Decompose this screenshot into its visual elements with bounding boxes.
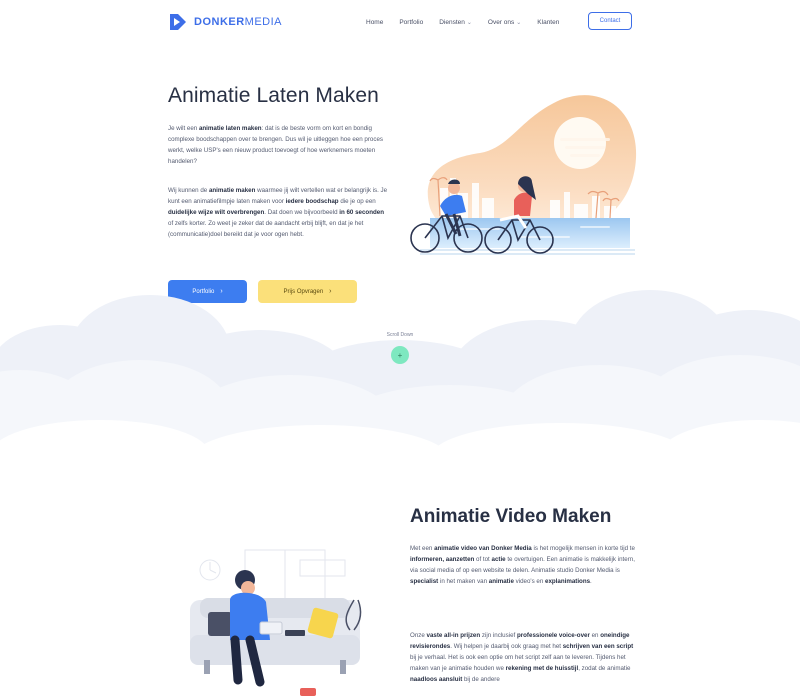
hero-title: Animatie Laten Maken <box>168 84 379 107</box>
text-run: , zodat de animatie <box>578 665 631 672</box>
cyclists-illustration <box>410 95 637 255</box>
nav-item-klanten[interactable]: Klanten <box>537 19 559 26</box>
logo-mark-icon <box>170 14 186 30</box>
text-run: of tot <box>474 556 492 563</box>
text-run: . Dat doen we bijvoorbeeld <box>264 209 340 216</box>
text-run: . Wij helpen je daarbij ook graag met he… <box>450 643 563 650</box>
bold-text: rekening met de huisstijl <box>505 665 579 672</box>
text-run: die je op een <box>338 198 376 205</box>
logo[interactable]: DONKERMEDIA <box>168 12 282 32</box>
logo-text: DONKERMEDIA <box>194 16 282 28</box>
bold-text: animatie video van Donker Media <box>434 545 532 552</box>
section-paragraph-1: Met een animatie video van Donker Media … <box>410 543 636 587</box>
scroll-down-button[interactable]: + <box>391 346 409 364</box>
bold-text: iedere boodschap <box>285 198 339 205</box>
hero-paragraph-1: Je wilt een animatie laten maken: dat is… <box>168 123 390 167</box>
plus-icon: + <box>397 350 403 360</box>
bold-text: actie <box>491 556 506 563</box>
nav-label: Home <box>366 18 384 26</box>
bold-text: duidelijke wijze wilt overbrengen <box>168 209 265 216</box>
main-nav: Home Portfolio Diensten ⌄ Over ons ⌄ Klant… <box>366 0 559 44</box>
scroll-down: Scroll Down + <box>370 332 430 364</box>
clouds-decoration <box>0 290 800 500</box>
bold-text: schrijven van een script <box>562 643 634 650</box>
bold-text: animatie <box>488 578 514 585</box>
text-run: en <box>589 632 601 639</box>
chevron-down-icon: ⌄ <box>516 19 522 26</box>
text-run: zijn inclusief <box>480 632 517 639</box>
scroll-down-label: Scroll Down <box>386 332 414 338</box>
logo-text-bold: DONKER <box>194 16 245 28</box>
text-run: of zelfs korter. Zo weet je zeker dat de… <box>168 220 364 238</box>
text-run: Met een <box>410 545 435 552</box>
bold-text: explanimations <box>545 578 591 585</box>
bold-text: professionele voice-over <box>516 632 590 639</box>
bold-text: informeren, aanzetten <box>410 556 475 563</box>
chevron-down-icon: ⌄ <box>466 19 472 26</box>
text-run: Wij kunnen de <box>168 187 209 194</box>
bold-text: vaste all-in prijzen <box>426 632 481 639</box>
text-run: video's en <box>513 578 545 585</box>
nav-item-portfolio[interactable]: Portfolio <box>399 19 423 26</box>
nav-item-diensten[interactable]: Diensten ⌄ <box>439 19 472 26</box>
hero-paragraph-2: Wij kunnen de animatie maken waarmee jij… <box>168 185 390 240</box>
text-run: . <box>590 578 592 585</box>
page: DONKERMEDIA Home Portfolio Diensten ⌄ Ove… <box>0 0 800 700</box>
bold-text: naadloos aansluit <box>410 676 463 683</box>
nav-label: Portfolio <box>399 18 424 26</box>
nav-label: Over ons <box>487 18 515 26</box>
nav-item-over-ons[interactable]: Over ons ⌄ <box>488 19 521 26</box>
bold-text: animatie maken <box>208 187 256 194</box>
sofa-illustration <box>190 549 362 696</box>
text-run: in het maken van <box>438 578 489 585</box>
text-run: Onze <box>410 632 427 639</box>
nav-item-home[interactable]: Home <box>366 19 383 26</box>
section-paragraph-2: Onze vaste all-in prijzen zijn inclusief… <box>410 630 636 685</box>
logo-text-thin: MEDIA <box>244 16 283 28</box>
text-run: Je wilt een <box>168 125 199 132</box>
section-title: Animatie Video Maken <box>410 506 612 527</box>
text-run: bij de andere <box>462 676 500 683</box>
nav-label: Klanten <box>537 18 560 26</box>
text-run: is het mogelijk mensen in korte tijd te <box>531 545 635 552</box>
bold-text: in 60 seconden <box>339 209 384 216</box>
nav-label: Diensten <box>439 18 465 26</box>
contact-button[interactable]: Contact <box>588 12 632 30</box>
bold-text: specialist <box>410 578 439 585</box>
bold-text: animatie laten maken <box>198 125 262 132</box>
